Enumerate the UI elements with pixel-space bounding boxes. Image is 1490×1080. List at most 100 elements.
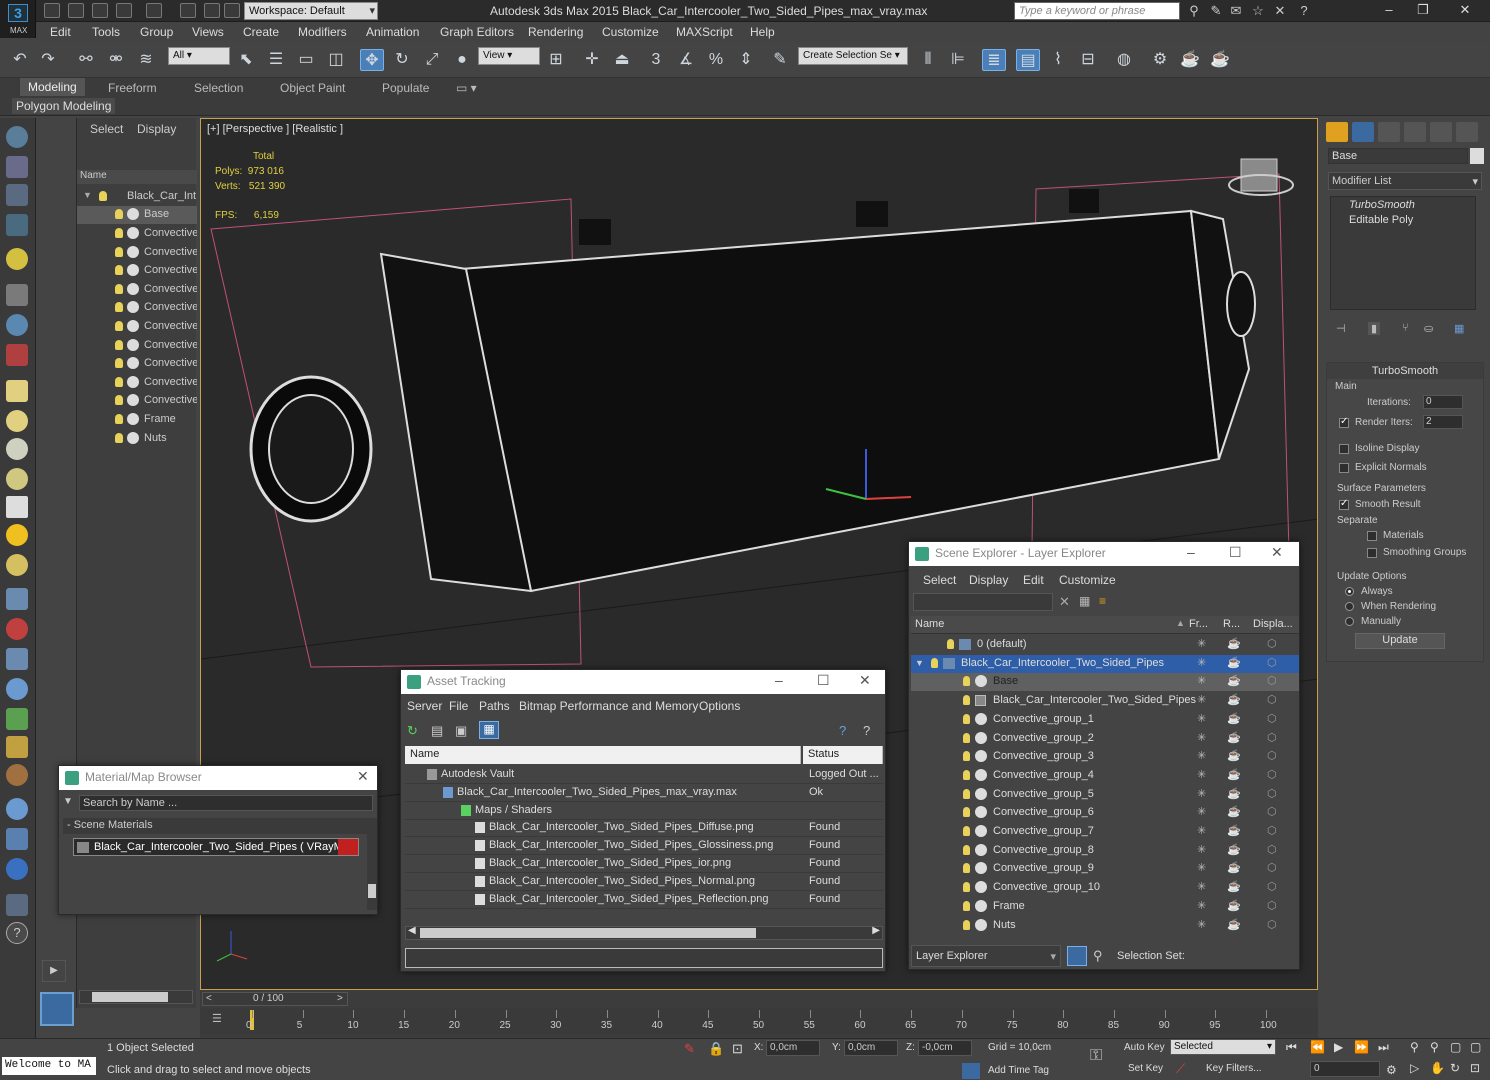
restore-window-icon[interactable]: ❐: [1410, 2, 1436, 20]
minimize-window-icon[interactable]: –: [1376, 2, 1402, 20]
orbit-icon[interactable]: ↻: [1450, 1061, 1460, 1075]
dome-icon[interactable]: [6, 410, 28, 432]
light-bulb-icon[interactable]: [963, 788, 970, 799]
create-tab-icon[interactable]: [1326, 122, 1348, 142]
light-bulb-icon[interactable]: [963, 807, 970, 818]
light-bulb-icon[interactable]: [963, 732, 970, 743]
torus-icon[interactable]: [6, 554, 28, 576]
spinner-snap-icon[interactable]: ⇕: [734, 49, 758, 71]
project-folder-icon[interactable]: [180, 3, 196, 18]
gear-icon[interactable]: [6, 678, 28, 700]
bones-icon[interactable]: [6, 764, 28, 786]
keyword-search-input[interactable]: Type a keyword or phrase: [1014, 2, 1180, 20]
light-bulb-icon[interactable]: [963, 844, 970, 855]
schematic-view-icon[interactable]: ⊟: [1076, 49, 1100, 71]
minimize-icon[interactable]: –: [1187, 544, 1195, 560]
freeze-snowflake-icon[interactable]: ✳: [1197, 768, 1206, 781]
zoom-all-icon[interactable]: ⚲: [1430, 1040, 1439, 1054]
edit-named-selection-icon[interactable]: ✎: [768, 49, 792, 71]
slider-next-icon[interactable]: >: [337, 993, 343, 1004]
light-bulb-icon[interactable]: [6, 248, 28, 270]
close-window-icon[interactable]: ✕: [1452, 2, 1478, 20]
hair-icon[interactable]: [6, 736, 28, 758]
selection-filter-dropdown[interactable]: All ▾: [168, 47, 230, 65]
percent-snap-icon[interactable]: %: [704, 49, 728, 71]
close-icon[interactable]: ✕: [1271, 544, 1283, 561]
freeze-snowflake-icon[interactable]: ✳: [1197, 787, 1206, 800]
align-icon[interactable]: ⊫: [946, 49, 970, 71]
grid-icon[interactable]: [6, 214, 28, 236]
key-mode-dropdown[interactable]: Selected ▾: [1170, 1039, 1276, 1055]
scrollbar-thumb[interactable]: [92, 992, 168, 1002]
render-teapot-icon[interactable]: ☕: [1227, 843, 1241, 856]
teapot-icon[interactable]: [6, 126, 28, 148]
menu-group[interactable]: Group: [140, 25, 173, 39]
reference-coordinate-dropdown[interactable]: View ▾: [478, 47, 540, 65]
half-sphere-icon[interactable]: [6, 314, 28, 336]
link-icon[interactable]: ⚯: [74, 49, 98, 71]
viewport-layout-icon[interactable]: [40, 992, 74, 1026]
table-row[interactable]: Frame ✳ ☕ ⬡: [911, 898, 1299, 916]
menu-graph-editors[interactable]: Graph Editors: [440, 25, 514, 39]
modify-tab-icon[interactable]: [1352, 122, 1374, 142]
tab-selection[interactable]: Selection: [194, 81, 243, 95]
light-bulb-icon[interactable]: [115, 265, 123, 275]
horizontal-scrollbar[interactable]: [79, 990, 193, 1004]
freeze-snowflake-icon[interactable]: ✳: [1197, 749, 1206, 762]
display-box-icon[interactable]: ⬡: [1267, 674, 1277, 687]
column-name[interactable]: Name: [915, 618, 944, 630]
table-row[interactable]: Convective_group_7 ✳ ☕ ⬡: [911, 823, 1299, 841]
isoline-display-checkbox[interactable]: [1339, 444, 1349, 454]
freeze-snowflake-icon[interactable]: ✳: [1197, 674, 1206, 687]
list-item[interactable]: Convective: [77, 299, 197, 317]
table-row[interactable]: 0 (default) ✳ ☕ ⬡: [911, 636, 1299, 654]
y-coordinate-field[interactable]: 0,0cm: [844, 1040, 898, 1056]
menu-display[interactable]: Display: [969, 573, 1008, 587]
table-row[interactable]: Black_Car_Intercooler_Two_Sided_Pipes_Re…: [405, 891, 883, 909]
table-row[interactable]: Convective_group_2 ✳ ☕ ⬡: [911, 730, 1299, 748]
geosphere-icon[interactable]: [6, 468, 28, 490]
expand-arrow-icon[interactable]: ▶: [42, 960, 66, 982]
x-coordinate-field[interactable]: 0,0cm: [766, 1040, 820, 1056]
layer-explorer-mode-icon[interactable]: [1067, 946, 1087, 966]
render-iters-spinner[interactable]: 2: [1423, 415, 1463, 429]
menu-modifiers[interactable]: Modifiers: [298, 25, 347, 39]
foliage-icon[interactable]: [6, 708, 28, 730]
list-item[interactable]: Convective: [77, 244, 197, 262]
render-teapot-icon[interactable]: ☕: [1227, 899, 1241, 912]
hierarchy-mode-icon[interactable]: ⚲: [1093, 948, 1103, 964]
light-bulb-icon[interactable]: [99, 191, 107, 201]
list-view-icon[interactable]: ▤: [431, 723, 443, 739]
table-row[interactable]: Autodesk Vault Logged Out ...: [405, 766, 883, 784]
table-row[interactable]: Convective_group_8 ✳ ☕ ⬡: [911, 842, 1299, 860]
menu-maxscript[interactable]: MAXScript: [676, 25, 733, 39]
tab-display[interactable]: Display: [137, 122, 176, 136]
select-and-rotate-icon[interactable]: ↻: [390, 49, 414, 71]
table-row[interactable]: Maps / Shaders: [405, 802, 883, 820]
column-name[interactable]: Name: [405, 746, 801, 764]
menu-file[interactable]: File: [449, 699, 468, 713]
keyboard-shortcut-toggle-icon[interactable]: ⏏: [610, 49, 634, 71]
auto-key-button[interactable]: Auto Key: [1124, 1042, 1165, 1053]
pivot-center-icon[interactable]: ⊞: [544, 49, 568, 71]
render-teapot-icon[interactable]: ☕: [1227, 880, 1241, 893]
browser-options-arrow-icon[interactable]: ▼: [63, 796, 73, 807]
render-teapot-icon[interactable]: ☕: [1227, 656, 1241, 669]
menu-server[interactable]: Server: [407, 699, 442, 713]
light-bulb-icon[interactable]: [963, 900, 970, 911]
save-file-icon[interactable]: [92, 3, 108, 18]
hierarchy-tab-icon[interactable]: [1378, 122, 1400, 142]
vertical-scrollbar[interactable]: [367, 818, 377, 910]
select-and-place-icon[interactable]: ●: [450, 49, 474, 71]
smooth-result-checkbox[interactable]: [1339, 498, 1349, 510]
mirror-icon[interactable]: ⫴: [916, 49, 940, 71]
freeze-snowflake-icon[interactable]: ✳: [1197, 693, 1206, 706]
display-box-icon[interactable]: ⬡: [1267, 712, 1277, 725]
manually-radio[interactable]: [1345, 617, 1354, 626]
unlink-icon[interactable]: ⚮: [104, 49, 128, 71]
list-item[interactable]: Convective: [77, 374, 197, 392]
particle-icon[interactable]: [6, 344, 28, 366]
set-key-button[interactable]: Set Key: [1128, 1063, 1163, 1074]
scroll-right-icon[interactable]: ▶: [872, 925, 880, 936]
field-of-view-icon[interactable]: ▷: [1410, 1061, 1419, 1075]
